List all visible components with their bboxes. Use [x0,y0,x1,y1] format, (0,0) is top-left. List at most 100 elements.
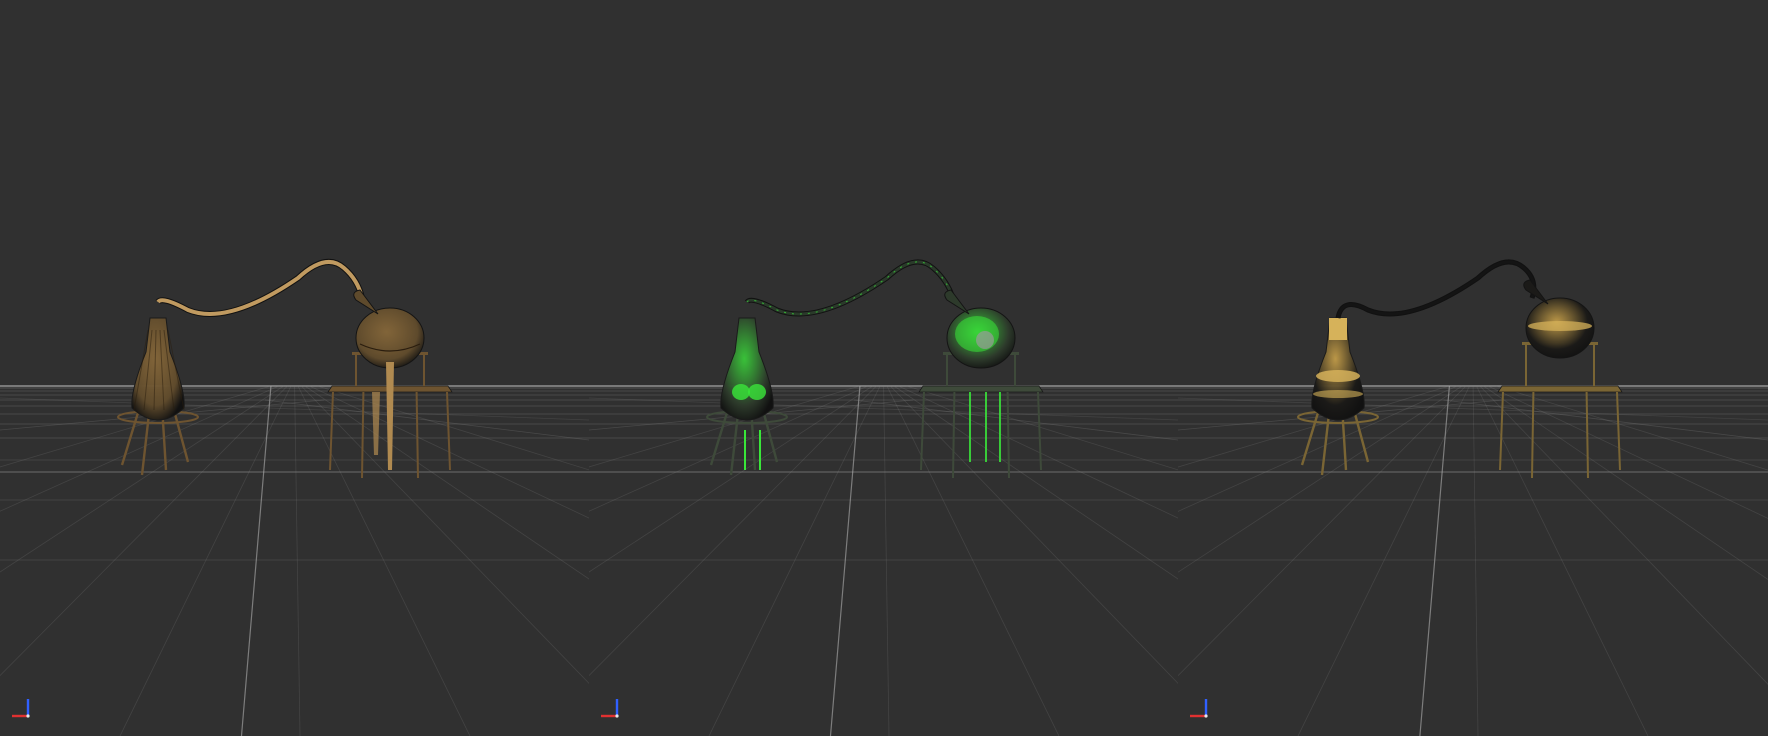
table-drip [985,392,987,462]
grid-line [890,385,1178,684]
grid-line [294,385,301,736]
condenser-tube-shadow [744,259,956,317]
grid-line [304,385,589,580]
alembic-model [117,258,453,479]
stand-leg [415,391,419,479]
flask-band [1316,370,1360,382]
floor-grid [1178,385,1768,736]
grid-line [297,385,471,736]
axis-gizmo-icon [10,696,34,720]
stand-leg [729,411,740,476]
stand-leg [1320,411,1331,476]
z-axis-icon [615,714,619,718]
table-drip [999,392,1001,462]
stand-leg [1616,391,1621,471]
condenser-tube-glow [746,261,954,315]
grid-line [1178,385,1467,677]
condenser-tube-shadow [155,258,365,317]
flask-body [131,317,185,421]
stand-leg [173,411,190,463]
z-axis-icon [26,714,30,718]
grid-line [1483,385,1768,581]
grid-line [1178,385,1458,512]
stand-leg [1499,391,1504,471]
grid-line [1476,385,1649,736]
stand-leg [1353,411,1370,463]
alembic-model [706,259,1044,479]
axis-gizmo-svg [601,699,619,718]
stand-leg [140,411,151,476]
drip-spout [372,392,380,455]
flask-glow [748,384,766,400]
grid-line [893,385,1178,580]
grid-line [589,385,860,468]
alembic-model [1297,259,1623,479]
table-drip [969,392,971,462]
grid-axis-line [1419,385,1450,736]
stand-leg [1341,411,1348,471]
stand-leg [446,391,451,471]
condenser-tube [156,259,364,316]
flask-glow [732,384,750,400]
round-flask-neck [353,289,379,315]
stand-table [1497,385,1623,393]
stand-leg [361,391,365,479]
floor-grid [0,385,589,736]
axis-gizmo-svg [1190,699,1208,718]
z-axis-icon [1204,714,1208,718]
grid-line [589,385,868,512]
viewport-panel-2[interactable] [589,0,1178,736]
grid-axis-line [240,385,272,736]
scene-canvas-3[interactable] [1178,0,1768,736]
axis-gizmo-svg [12,699,30,718]
grid-line [1472,385,1479,736]
stand-leg [952,391,956,479]
stand-leg [1006,391,1010,479]
grid-line [589,385,873,573]
grid-line [0,385,288,677]
grid-line [883,385,890,736]
grid-line [1178,385,1463,573]
grid-line [317,385,589,471]
round-flask-glow [955,316,999,352]
grid-line [906,385,1178,471]
grid-line [0,385,284,573]
grid-line [301,385,589,684]
axis-gizmo-icon [1188,696,1212,720]
stand-leg [1585,391,1589,479]
flask-body [720,317,774,421]
stand-leg [1037,391,1042,471]
round-flask-neck [944,289,970,315]
viewport-panel-3[interactable] [1178,0,1768,736]
condenser-tube [745,260,955,316]
axis-gizmo-icon [599,696,623,720]
grid-line [0,385,271,468]
viewport-panel-1[interactable] [0,0,589,736]
grid-line [1178,385,1450,468]
stand-leg [762,411,779,463]
flask-drip [744,430,746,470]
scene-canvas-2[interactable] [589,0,1178,736]
3d-viewport[interactable] [0,0,1768,736]
scene-canvas-1[interactable] [0,0,589,736]
grid-line [1495,385,1768,471]
grid-line [1297,385,1470,736]
flask-neck-band [1329,318,1347,340]
grid-line [898,385,1178,519]
flask-band [1313,390,1363,398]
round-flask-emblem [976,331,994,349]
grid-axis-line [829,385,861,736]
grid-line [1479,385,1768,685]
condenser-tube [1336,260,1536,319]
flask-drip [759,430,761,470]
grid-line [886,385,1060,736]
stand-leg [161,411,168,471]
stand-leg [1531,391,1535,479]
floor-grid [589,385,1178,736]
round-flask [355,307,425,369]
stand-leg [750,411,757,471]
drip-spout [386,362,394,470]
grid-line [589,385,877,677]
grid-line [0,385,279,512]
round-flask-band [1528,321,1592,331]
